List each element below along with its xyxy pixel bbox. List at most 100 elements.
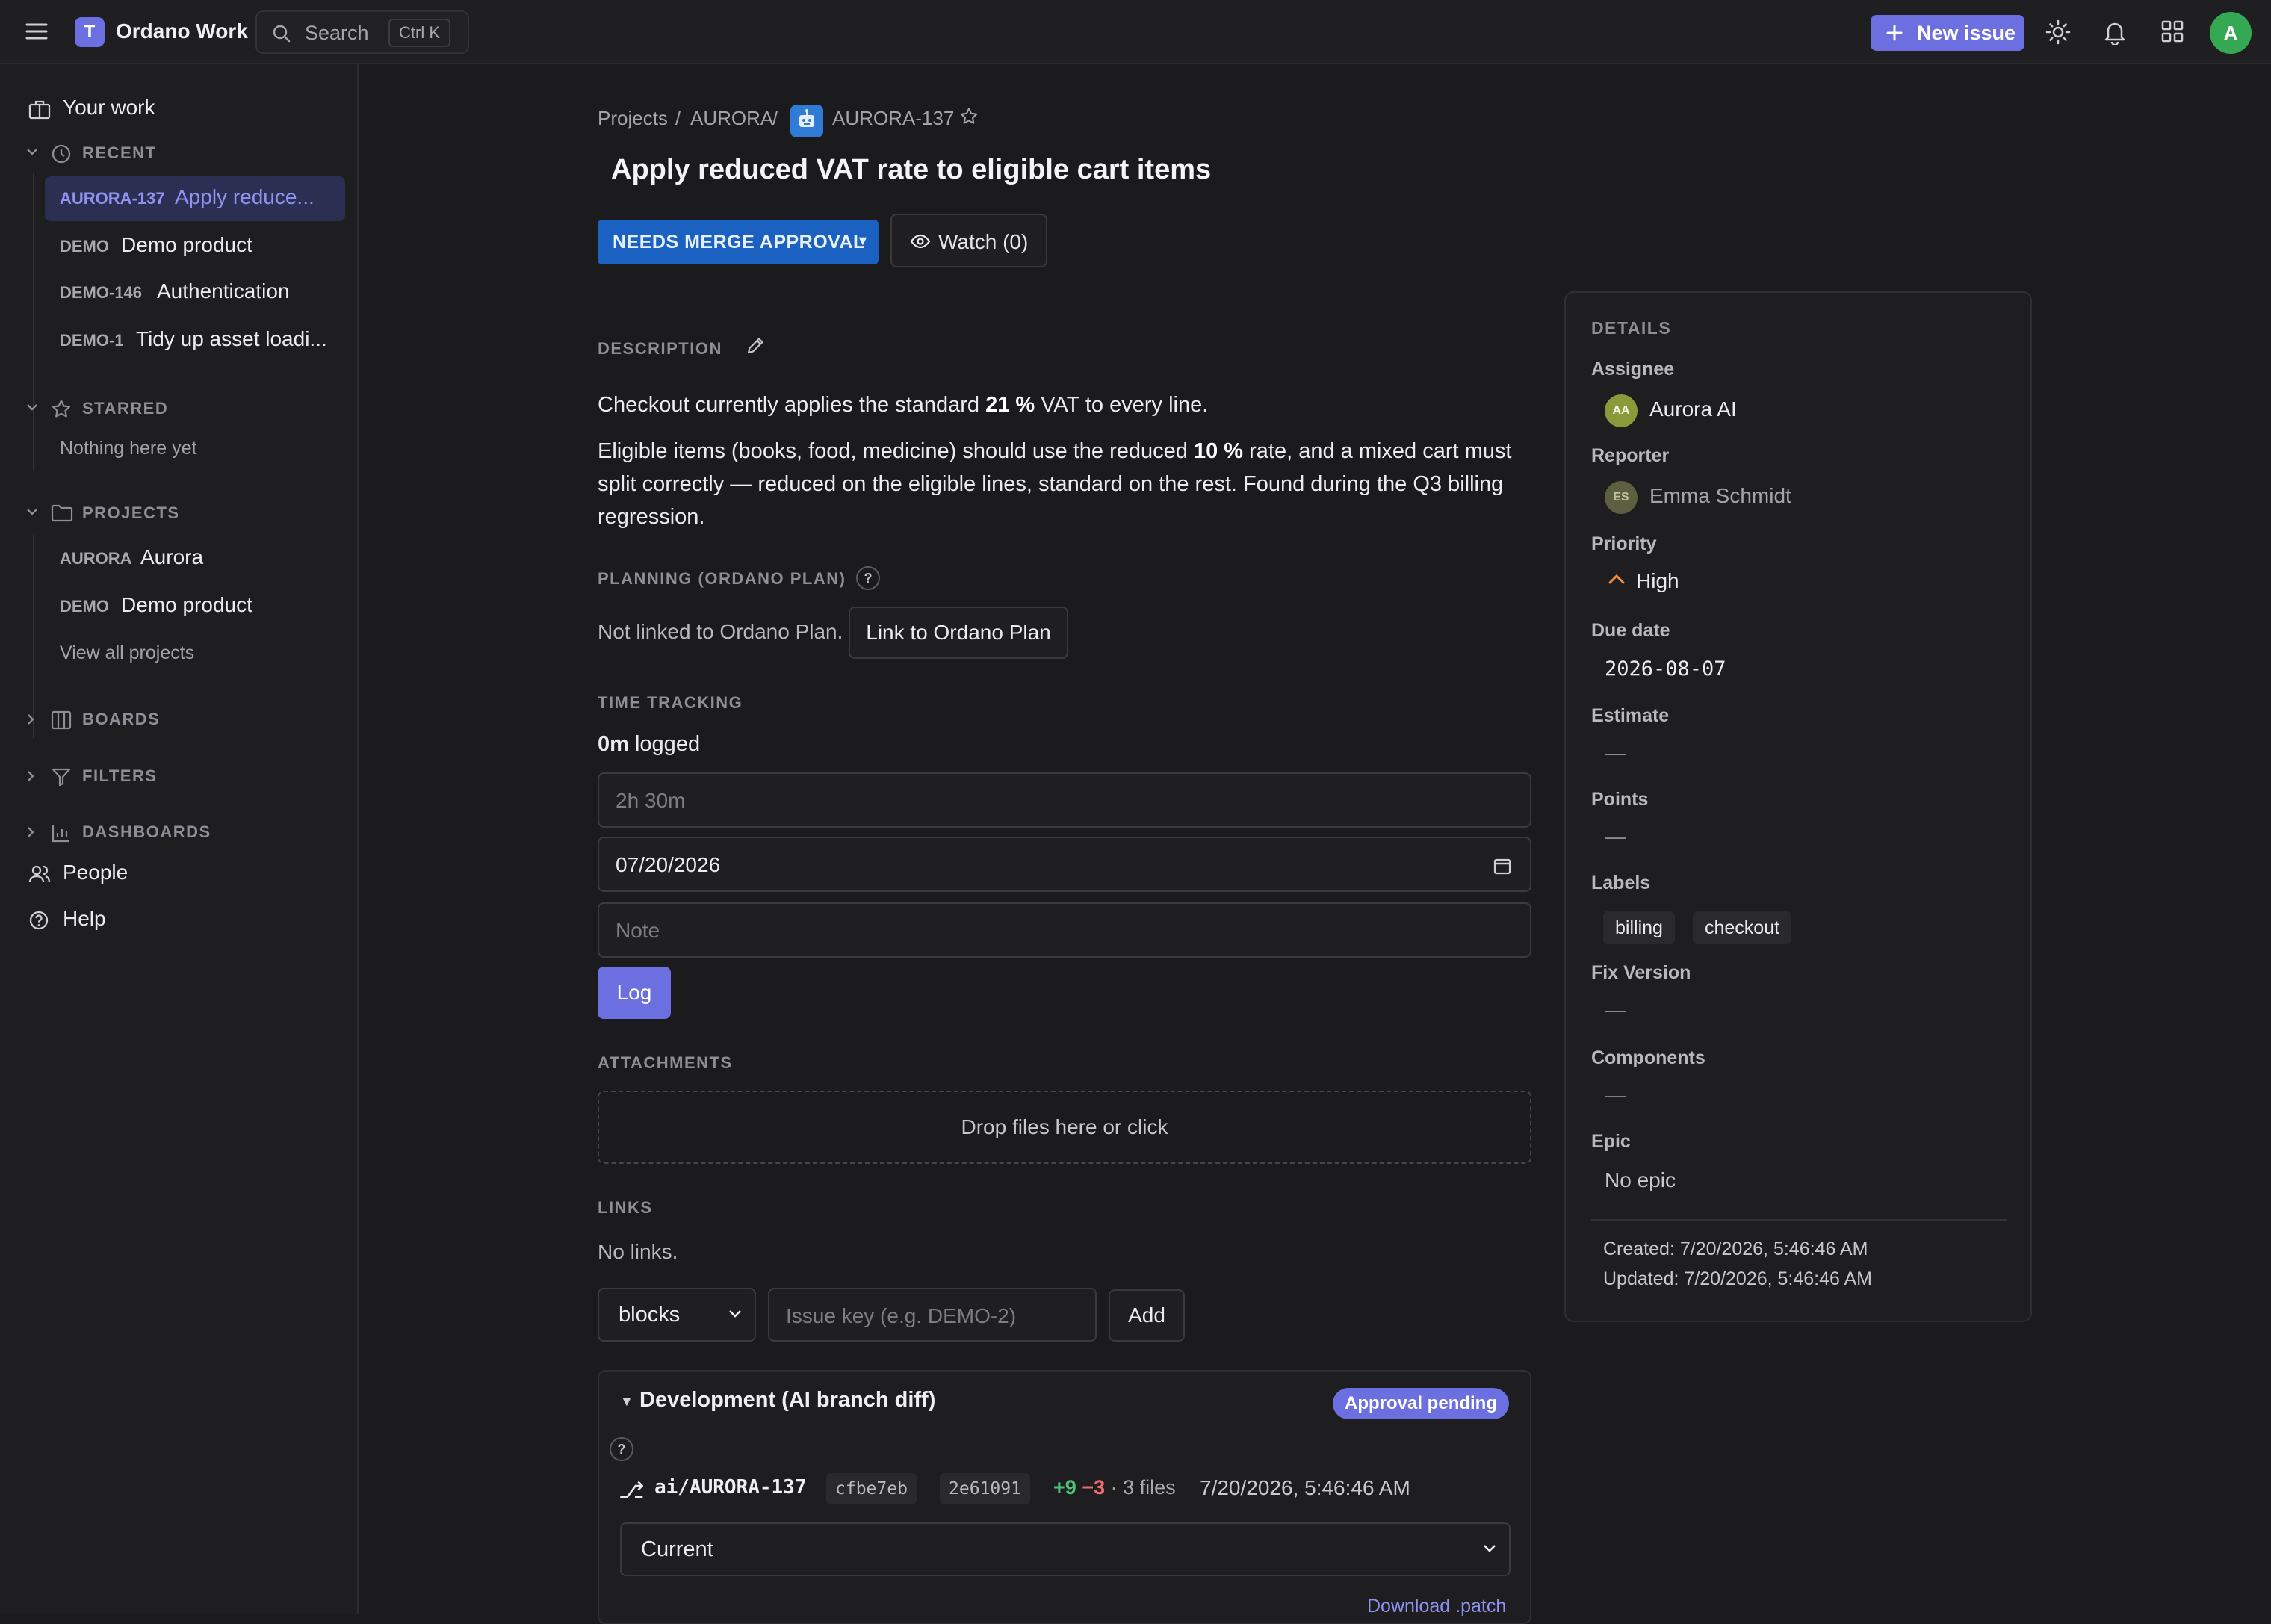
text: VAT to every line. [1035, 393, 1209, 417]
diff-version-select[interactable]: Current [620, 1522, 1511, 1576]
link-type-select[interactable]: blocks [598, 1288, 756, 1342]
note-input[interactable]: Note [598, 902, 1531, 958]
due-date-value[interactable]: 2026-08-07 [1605, 657, 1726, 681]
sidebar-section-starred[interactable]: STARRED [0, 390, 359, 426]
app-name[interactable]: Ordano Work [116, 19, 248, 43]
assignee-value[interactable]: Aurora AI [1649, 397, 1737, 421]
fix-version-value[interactable]: — [1605, 998, 1626, 1022]
watch-label: Watch (0) [938, 230, 1029, 253]
sidebar-item-label: People [63, 861, 128, 884]
logged-value: 0m [598, 732, 629, 756]
priority-high-icon [1608, 572, 1626, 586]
star-icon [51, 399, 72, 420]
recent-item-demo[interactable]: DEMO Demo product [45, 224, 345, 269]
filter-icon [51, 766, 72, 787]
sidebar-section-label: DASHBOARDS [82, 822, 211, 841]
theme-toggle-icon[interactable] [2045, 19, 2071, 45]
assignee-avatar: AA [1605, 394, 1638, 427]
recent-item-aurora-137[interactable]: AURORA-137 Apply reduce... [45, 176, 345, 221]
apps-grid-icon[interactable] [2160, 19, 2184, 43]
sidebar: Your work RECENT AURORA-137 Apply reduce… [0, 64, 359, 1614]
issue-title[interactable]: Apply reduced VAT rate to eligible cart … [611, 154, 1211, 186]
download-patch-link[interactable]: Download .patch [1367, 1596, 1506, 1617]
eye-icon [910, 233, 931, 250]
points-label: Points [1591, 789, 1649, 810]
bell-icon[interactable] [2102, 19, 2128, 45]
estimate-value[interactable]: — [1605, 741, 1626, 765]
view-all-projects-link[interactable]: View all projects [60, 642, 194, 664]
date-value: 07/20/2026 [616, 853, 721, 876]
components-value[interactable]: — [1605, 1083, 1626, 1107]
project-item-aurora[interactable]: AURORA Aurora [45, 536, 345, 581]
approval-status-badge: Approval pending [1333, 1388, 1509, 1419]
sidebar-section-dashboards[interactable]: DASHBOARDS [0, 813, 359, 849]
pencil-icon[interactable] [746, 335, 766, 356]
plus-icon [1886, 24, 1903, 42]
log-button[interactable]: Log [598, 967, 671, 1019]
development-title[interactable]: Development (AI branch diff) [639, 1388, 935, 1413]
breadcrumb-project[interactable]: AURORA [690, 107, 773, 130]
add-link-button[interactable]: Add [1109, 1289, 1185, 1342]
watch-button[interactable]: Watch (0) [890, 214, 1047, 267]
recent-item-demo-1[interactable]: DEMO-1 Tidy up asset loadi... [45, 318, 345, 363]
app-logo[interactable]: T [75, 17, 105, 47]
help-icon[interactable]: ? [610, 1437, 633, 1461]
sidebar-section-label: FILTERS [82, 766, 158, 785]
time-logged: 0m logged [598, 732, 700, 757]
status-dropdown[interactable]: NEEDS MERGE APPROVAL ▼ [598, 220, 879, 264]
sidebar-item-help[interactable]: Help [0, 898, 359, 940]
files-count: · 3 files [1110, 1476, 1176, 1499]
reporter-avatar: ES [1605, 481, 1638, 514]
sidebar-item-label: Help [63, 907, 106, 930]
points-value[interactable]: — [1605, 825, 1626, 849]
fix-version-label: Fix Version [1591, 962, 1691, 983]
priority-value[interactable]: High [1636, 569, 1679, 593]
help-icon[interactable]: ? [856, 566, 880, 590]
recent-item-demo-146[interactable]: DEMO-146 Authentication [45, 270, 345, 315]
sidebar-item-people[interactable]: People [0, 852, 359, 893]
label-tag[interactable]: billing [1603, 911, 1675, 944]
labels-label: Labels [1591, 873, 1651, 893]
calendar-icon[interactable] [1493, 856, 1512, 875]
link-ordano-plan-button[interactable]: Link to Ordano Plan [849, 607, 1068, 659]
breadcrumb-projects[interactable]: Projects [598, 107, 668, 130]
breadcrumb-issue[interactable]: AURORA-137 [832, 107, 954, 130]
breadcrumb-separator: / [675, 107, 681, 129]
sidebar-item-your-work[interactable]: Your work [0, 87, 359, 128]
sidebar-section-projects[interactable]: PROJECTS [0, 495, 359, 530]
project-item-demo[interactable]: DEMO Demo product [45, 584, 345, 629]
planning-heading: PLANNING (ORDANO PLAN) [598, 569, 846, 588]
board-icon [51, 710, 72, 731]
epic-value[interactable]: No epic [1605, 1168, 1676, 1192]
priority-label: Priority [1591, 533, 1657, 554]
attachment-dropzone[interactable]: Drop files here or click [598, 1091, 1531, 1164]
star-icon[interactable] [959, 107, 979, 126]
chevron-down-icon [25, 146, 39, 157]
briefcase-icon [28, 99, 51, 120]
reporter-value[interactable]: Emma Schmidt [1649, 484, 1791, 508]
logged-suffix: logged [634, 732, 701, 756]
collapse-toggle-icon[interactable]: ▼ [620, 1394, 633, 1410]
search-box[interactable]: Search Ctrl K [255, 10, 469, 54]
new-issue-button[interactable]: New issue [1871, 15, 2024, 51]
divider [1591, 1219, 2007, 1221]
details-heading: DETAILS [1591, 318, 1672, 338]
duration-input[interactable]: 2h 30m [598, 772, 1531, 828]
sidebar-section-recent[interactable]: RECENT [0, 134, 359, 170]
assignee-label: Assignee [1591, 359, 1675, 379]
sidebar-section-filters[interactable]: FILTERS [0, 757, 359, 793]
top-bar: T Ordano Work Search Ctrl K New issue A [0, 0, 2271, 64]
additions: +9 [1053, 1476, 1076, 1499]
label-tag[interactable]: checkout [1693, 911, 1792, 944]
text: Eligible items (books, food, medicine) s… [598, 439, 1194, 463]
sidebar-section-label: RECENT [82, 143, 157, 162]
menu-icon[interactable] [25, 21, 48, 42]
chevron-right-icon [25, 825, 36, 839]
search-shortcut: Ctrl K [388, 19, 450, 47]
issue-key-input[interactable]: Issue key (e.g. DEMO-2) [768, 1288, 1097, 1342]
user-avatar[interactable]: A [2210, 12, 2252, 54]
sidebar-section-boards[interactable]: BOARDS [0, 701, 359, 737]
chevron-down-icon [1482, 1543, 1497, 1554]
date-input[interactable]: 07/20/2026 [598, 837, 1531, 892]
details-panel: DETAILS Assignee AA Aurora AI Reporter E… [1564, 291, 2032, 1322]
